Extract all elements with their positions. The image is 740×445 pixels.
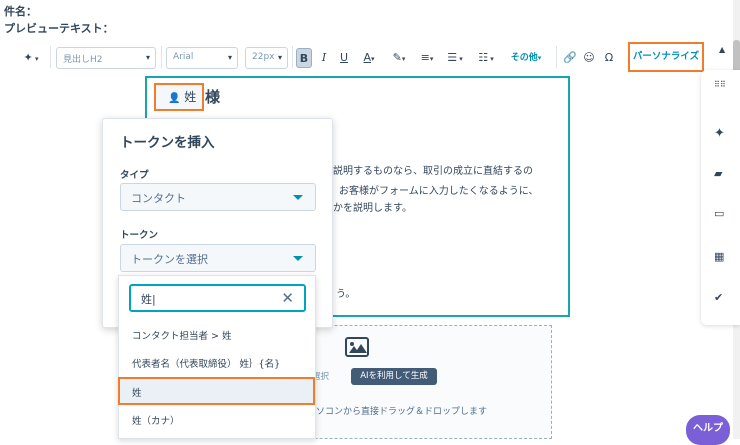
subject-label: 件名： bbox=[4, 5, 37, 18]
token-option[interactable]: 姓 bbox=[132, 385, 142, 399]
underline-button[interactable]: U bbox=[338, 48, 350, 68]
text-color-label: A bbox=[363, 51, 371, 64]
right-sidebar bbox=[701, 70, 740, 325]
more-button[interactable]: その他▾ bbox=[508, 48, 544, 68]
browser-icon[interactable]: ▭ bbox=[714, 207, 724, 220]
toolbar-divider bbox=[161, 46, 162, 68]
font-family-select[interactable]: Arial ▾ bbox=[166, 47, 238, 69]
more-label: その他 bbox=[510, 53, 538, 63]
text-color-button[interactable]: A▾ bbox=[358, 48, 380, 68]
image-icon bbox=[345, 337, 369, 357]
calendar-icon[interactable]: ▦ bbox=[714, 250, 724, 263]
numbered-list-button[interactable]: ☷ ▾ bbox=[472, 48, 500, 68]
toolbar-divider bbox=[50, 46, 51, 68]
token-text: 姓 bbox=[184, 90, 197, 104]
chevron-down-icon: ▾ bbox=[145, 53, 150, 62]
heading-suffix: 様 bbox=[205, 88, 221, 106]
chevron-down-icon: ▾ bbox=[277, 53, 282, 62]
caret-down-icon bbox=[293, 195, 303, 200]
check-badge-icon[interactable]: ✔ bbox=[714, 291, 723, 304]
grid-icon[interactable]: ⠿⠿ bbox=[714, 80, 726, 89]
emoji-icon[interactable]: ☺ bbox=[583, 48, 595, 68]
bullet-list-button[interactable]: ☰ ▾ bbox=[442, 48, 468, 68]
special-character-icon[interactable]: Ω bbox=[603, 48, 615, 68]
token-dropdown[interactable]: トークンを選択 bbox=[120, 244, 316, 272]
token-label: トークン bbox=[120, 230, 159, 241]
type-dropdown[interactable]: コンタクト bbox=[120, 183, 316, 211]
caret-down-icon bbox=[293, 256, 303, 261]
preview-text-label: プレビューテキスト： bbox=[4, 22, 114, 35]
italic-button[interactable]: I bbox=[318, 48, 330, 68]
body-text-line: お客様がフォームに入力したくなるように、 bbox=[339, 186, 539, 197]
ai-generate-button[interactable]: AIを利用して生成 bbox=[351, 368, 437, 385]
align-button[interactable]: ≡▾ bbox=[416, 48, 438, 68]
paragraph-style-select[interactable]: 見出しH2 ▾ bbox=[56, 47, 156, 69]
font-size-value: 22px bbox=[252, 52, 275, 62]
scroll-up-arrow[interactable]: ▲ bbox=[719, 45, 725, 54]
ai-assist-button[interactable]: ✦ ▾ bbox=[18, 48, 44, 68]
comment-icon[interactable]: ▰ bbox=[714, 167, 722, 180]
body-text-line: いかを説明します。 bbox=[323, 203, 412, 214]
pen-icon: ✎ bbox=[392, 51, 402, 64]
token-option[interactable]: 姓（カナ） bbox=[132, 413, 180, 427]
link-icon[interactable]: 🔗 bbox=[563, 48, 577, 68]
contact-icon: 👤 bbox=[168, 93, 181, 104]
type-label: タイプ bbox=[120, 170, 149, 181]
align-left-icon: ≡ bbox=[420, 51, 430, 64]
token-option[interactable]: 代表者名（代表取締役） 姓｝{名} bbox=[132, 356, 280, 370]
bullet-list-icon: ☰ bbox=[447, 51, 458, 64]
chevron-down-icon: ▾ bbox=[227, 53, 232, 62]
type-value: コンタクト bbox=[131, 192, 186, 205]
sparkle-icon: ✦ bbox=[23, 51, 33, 64]
toolbar-divider bbox=[292, 46, 293, 68]
font-family-value: Arial bbox=[173, 52, 194, 62]
personalization-token[interactable]: 👤 姓 bbox=[154, 83, 204, 111]
toolbar-divider bbox=[556, 46, 557, 68]
font-size-select[interactable]: 22px ▾ bbox=[245, 47, 288, 69]
popup-title: トークンを挿入 bbox=[120, 135, 215, 151]
search-value: 姓 bbox=[141, 293, 152, 306]
numbered-list-icon: ☷ bbox=[478, 51, 489, 64]
token-placeholder: トークンを選択 bbox=[131, 253, 208, 266]
drop-hint: ソコンから直接ドラッグ＆ドロップします bbox=[316, 407, 488, 417]
sparkle-icon[interactable]: ✦ bbox=[714, 126, 725, 141]
token-search-input[interactable]: 姓| ✕ bbox=[129, 284, 306, 312]
help-button[interactable]: ヘルプ bbox=[686, 415, 730, 445]
token-option-selected[interactable] bbox=[118, 377, 315, 405]
highlight-button[interactable]: ✎▾ bbox=[388, 48, 410, 68]
paragraph-style-value: 見出しH2 bbox=[63, 55, 103, 65]
bold-button[interactable]: B bbox=[296, 48, 312, 68]
body-text-line: を説明するものなら、取引の成立に直結するの bbox=[323, 166, 533, 177]
token-option[interactable]: コンタクト担当者 > 姓 bbox=[132, 328, 232, 342]
clear-icon[interactable]: ✕ bbox=[281, 289, 294, 307]
personalize-button[interactable]: パーソナライズ bbox=[628, 42, 704, 72]
body-text-line: う。 bbox=[336, 289, 356, 300]
